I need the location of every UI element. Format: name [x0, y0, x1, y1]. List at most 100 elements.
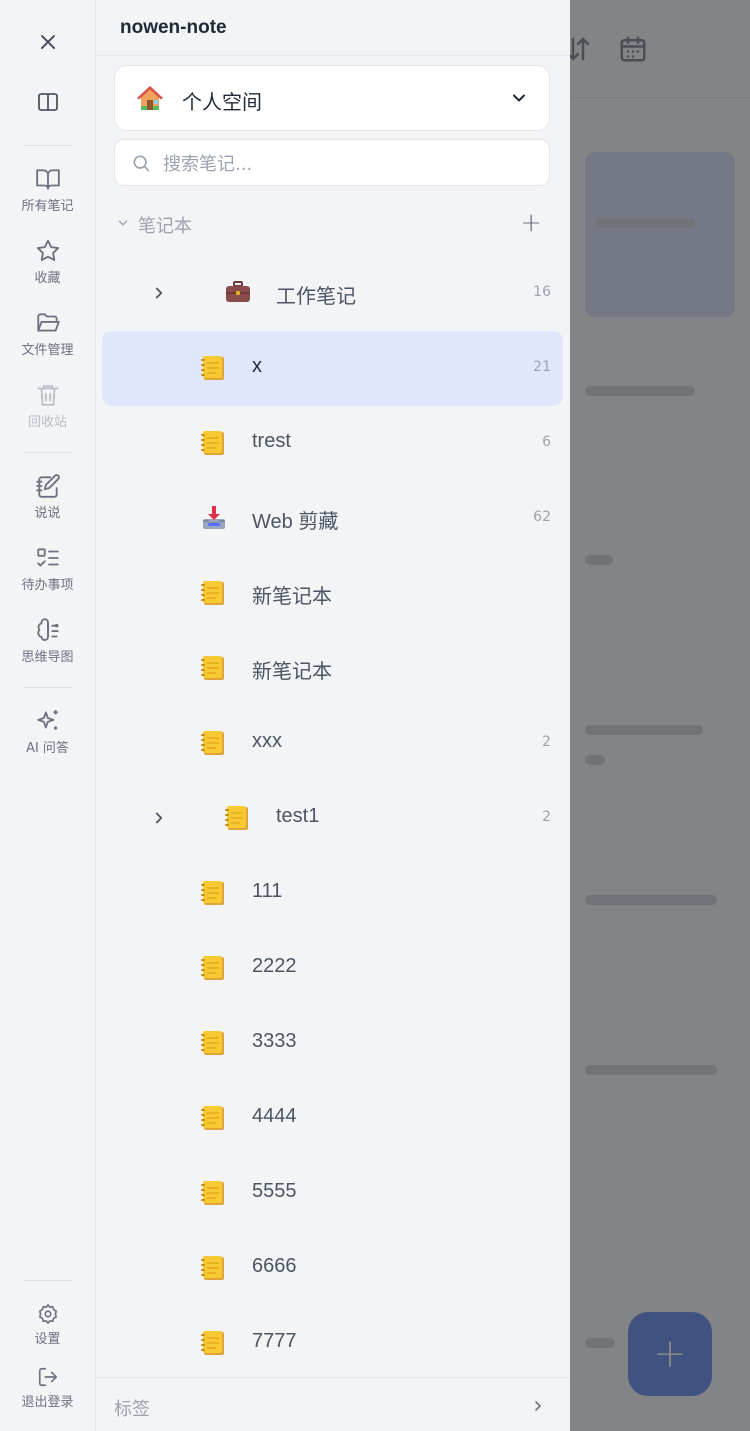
notebook-name: trest [252, 430, 291, 452]
toggle-panel-button[interactable] [0, 90, 95, 114]
notebook-row[interactable]: 新笔记本 [102, 631, 563, 706]
sparkles-icon [36, 710, 58, 730]
book-open-icon [35, 169, 60, 190]
close-icon [40, 35, 55, 49]
notebook-note-count: 2 [542, 809, 551, 825]
rail-divider [24, 145, 72, 146]
notebook-row[interactable]: x 21 [102, 331, 563, 406]
notebook-row[interactable]: 5555 [102, 1156, 563, 1231]
notebook-name: 3333 [252, 1030, 297, 1052]
rail-item-ai[interactable]: AI 问答 [0, 708, 95, 756]
panel-layout-icon [37, 93, 58, 111]
tags-section[interactable]: 标签 [96, 1377, 570, 1431]
notebook-note-count: 21 [533, 359, 551, 375]
notebook-row[interactable]: 111 [102, 856, 563, 931]
chevron-down-icon [118, 220, 128, 226]
panel-header: nowen-note [96, 0, 570, 56]
rail-item-label: 说说 [34, 506, 61, 521]
notebook-name: 5555 [252, 1180, 297, 1202]
notebook-row[interactable]: test1 2 [102, 781, 563, 856]
expand-chevron-icon[interactable] [150, 809, 168, 831]
notebook-note-count: 6 [542, 434, 551, 450]
rail-item-logout[interactable]: 退出登录 [0, 1366, 95, 1410]
add-notebook-button[interactable]: + [520, 210, 542, 236]
icon-rail: 所有笔记 收藏 文件管理 回收站 说说 待办事项 思维导图 AI 问答 设置 退… [0, 0, 96, 1431]
search-input[interactable] [161, 148, 535, 180]
notebook-note-count: 2 [542, 734, 551, 750]
notebook-row[interactable]: trest 6 [102, 406, 563, 481]
notebook-name: xxx [252, 730, 282, 752]
briefcase-icon [224, 279, 252, 309]
notebook-row[interactable]: 7777 [102, 1306, 563, 1381]
rail-item-favorites[interactable]: 收藏 [0, 238, 95, 286]
close-sidebar-button[interactable] [0, 30, 95, 54]
notebook-row[interactable]: 4444 [102, 1081, 563, 1156]
rail-item-trash[interactable]: 回收站 [0, 382, 95, 430]
rail-item-settings[interactable]: 设置 [0, 1303, 95, 1347]
notebooks-section-header[interactable]: 笔记本 + [114, 208, 552, 240]
notebook-name: Web 剪藏 [252, 511, 339, 533]
notebook-name: 新笔记本 [252, 586, 332, 608]
notebook-name: 111 [252, 880, 283, 902]
chevron-right-icon [535, 1401, 541, 1411]
notebook-icon [200, 354, 226, 386]
notebook-row[interactable]: xxx 2 [102, 706, 563, 781]
rail-item-label: 回收站 [27, 415, 67, 430]
notebook-panel: nowen-note 个人空间 笔记本 + 工作笔记 16 x 21 trest 6 Web… [96, 0, 570, 1431]
notebook-name: 6666 [252, 1255, 297, 1277]
workspace-switcher[interactable]: 个人空间 [114, 65, 550, 131]
notebook-note-count: 62 [533, 509, 551, 525]
notebook-row[interactable]: Web 剪藏 62 [102, 481, 563, 556]
rail-item-files[interactable]: 文件管理 [0, 310, 95, 358]
rail-item-all-notes[interactable]: 所有笔记 [0, 166, 95, 214]
notebook-row[interactable]: 3333 [102, 1006, 563, 1081]
notebook-list: 工作笔记 16 x 21 trest 6 Web 剪藏 62 新笔记本 新笔记本 xxx 2 test1… [102, 256, 563, 1381]
notebook-row[interactable]: 新笔记本 [102, 556, 563, 631]
rail-divider [24, 1280, 72, 1281]
rail-divider [24, 687, 72, 688]
logout-icon [38, 1367, 57, 1387]
workspace-name: 个人空间 [182, 90, 262, 114]
rail-item-mindmap[interactable]: 思维导图 [0, 617, 95, 665]
notebook-icon [200, 1029, 226, 1061]
notebook-icon [224, 804, 250, 836]
notebook-name: 工作笔记 [276, 286, 356, 308]
search-box [114, 139, 550, 186]
notebook-row[interactable]: 6666 [102, 1231, 563, 1306]
expand-chevron-icon[interactable] [150, 284, 168, 306]
notebook-icon [200, 729, 226, 761]
notebook-icon [200, 579, 226, 611]
notebook-icon [200, 1179, 226, 1211]
house-icon [137, 86, 163, 110]
notebook-name: 新笔记本 [252, 661, 332, 683]
rail-item-todo[interactable]: 待办事项 [0, 545, 95, 593]
inbox-tray-icon [200, 504, 228, 536]
notebook-name: 2222 [252, 955, 297, 977]
rail-item-label: 退出登录 [21, 1395, 74, 1410]
rail-item-label: AI 问答 [26, 741, 69, 756]
brain-icon [36, 618, 59, 641]
rail-item-label: 设置 [34, 1332, 61, 1347]
star-icon [36, 239, 59, 262]
notebook-icon [200, 429, 226, 461]
rail-item-moments[interactable]: 说说 [0, 473, 95, 521]
notebook-name: x [252, 355, 262, 377]
notebook-icon [200, 954, 226, 986]
notebook-icon [200, 654, 226, 686]
notebook-note-count: 16 [533, 284, 551, 300]
notebook-row[interactable]: 工作笔记 16 [102, 256, 563, 331]
rail-divider [24, 452, 72, 453]
search-icon [133, 155, 150, 172]
notebook-name: 4444 [252, 1105, 297, 1127]
rail-item-label: 思维导图 [21, 650, 74, 665]
checklist-icon [36, 548, 59, 567]
app-title: nowen-note [120, 17, 227, 38]
rail-item-label: 待办事项 [21, 578, 74, 593]
notebook-row[interactable]: 2222 [102, 931, 563, 1006]
notebook-icon [200, 1329, 226, 1361]
trash-icon [36, 385, 59, 406]
notebook-icon [200, 879, 226, 911]
notebook-icon [200, 1254, 226, 1286]
folder-open-icon [36, 313, 60, 332]
notebook-name: test1 [276, 805, 320, 827]
